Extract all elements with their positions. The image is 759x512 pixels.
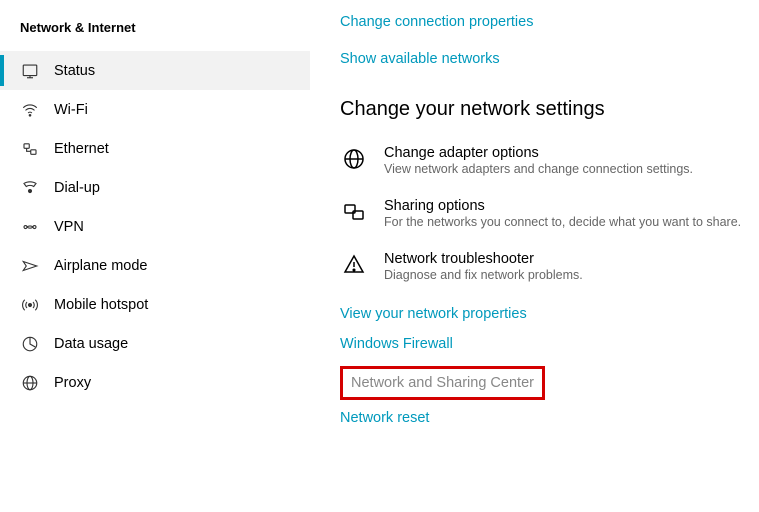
- link-change-connection-properties[interactable]: Change connection properties: [340, 14, 749, 30]
- option-desc: Diagnose and fix network problems.: [384, 268, 583, 282]
- nav-label: Data usage: [54, 336, 128, 352]
- option-troubleshooter[interactable]: Network troubleshooter Diagnose and fix …: [340, 251, 749, 282]
- link-network-reset[interactable]: Network reset: [340, 410, 749, 426]
- sidebar: Network & Internet Status Wi-Fi: [0, 0, 310, 512]
- sidebar-item-airplane[interactable]: Airplane mode: [0, 246, 310, 285]
- dialup-icon: [20, 178, 40, 198]
- sidebar-item-ethernet[interactable]: Ethernet: [0, 129, 310, 168]
- sidebar-item-datausage[interactable]: Data usage: [0, 324, 310, 363]
- ethernet-icon: [20, 139, 40, 159]
- link-view-network-properties[interactable]: View your network properties: [340, 306, 749, 322]
- link-windows-firewall[interactable]: Windows Firewall: [340, 336, 749, 352]
- datausage-icon: [20, 334, 40, 354]
- status-icon: [20, 61, 40, 81]
- section-heading: Change your network settings: [340, 98, 749, 121]
- nav-label: Status: [54, 63, 95, 79]
- sidebar-item-hotspot[interactable]: Mobile hotspot: [0, 285, 310, 324]
- airplane-icon: [20, 256, 40, 276]
- nav-label: VPN: [54, 219, 84, 235]
- option-title: Change adapter options: [384, 145, 693, 161]
- nav-label: Proxy: [54, 375, 91, 391]
- nav-label: Dial-up: [54, 180, 100, 196]
- troubleshoot-icon: [340, 251, 368, 279]
- sharing-icon: [340, 198, 368, 226]
- option-desc: View network adapters and change connect…: [384, 162, 693, 176]
- option-sharing[interactable]: Sharing options For the networks you con…: [340, 198, 749, 229]
- option-desc: For the networks you connect to, decide …: [384, 215, 741, 229]
- nav-label: Wi-Fi: [54, 102, 88, 118]
- sidebar-item-dialup[interactable]: Dial-up: [0, 168, 310, 207]
- main-content: Change connection properties Show availa…: [310, 0, 759, 512]
- nav-label: Mobile hotspot: [54, 297, 148, 313]
- sidebar-item-proxy[interactable]: Proxy: [0, 363, 310, 402]
- wifi-icon: [20, 100, 40, 120]
- vpn-icon: [20, 217, 40, 237]
- option-title: Sharing options: [384, 198, 741, 214]
- hotspot-icon: [20, 295, 40, 315]
- nav-label: Airplane mode: [54, 258, 148, 274]
- sidebar-item-status[interactable]: Status: [0, 51, 310, 90]
- option-title: Network troubleshooter: [384, 251, 583, 267]
- link-network-sharing-center[interactable]: Network and Sharing Center: [340, 366, 545, 400]
- adapter-icon: [340, 145, 368, 173]
- sidebar-item-vpn[interactable]: VPN: [0, 207, 310, 246]
- proxy-icon: [20, 373, 40, 393]
- nav-label: Ethernet: [54, 141, 109, 157]
- option-change-adapter[interactable]: Change adapter options View network adap…: [340, 145, 749, 176]
- sidebar-title: Network & Internet: [0, 10, 310, 51]
- sidebar-item-wifi[interactable]: Wi-Fi: [0, 90, 310, 129]
- link-show-available-networks[interactable]: Show available networks: [340, 51, 749, 67]
